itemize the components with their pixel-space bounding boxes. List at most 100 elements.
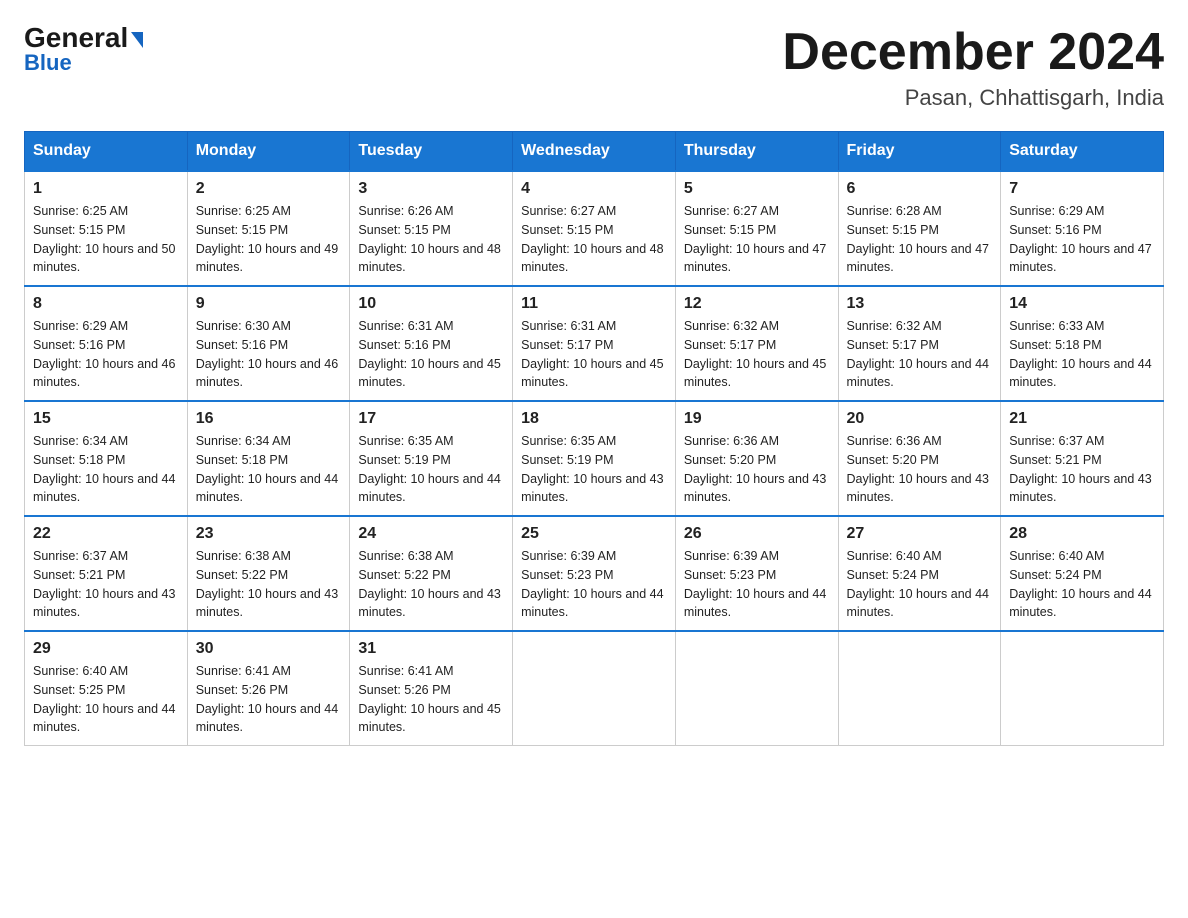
day-info: Sunrise: 6:25 AMSunset: 5:15 PMDaylight:… bbox=[196, 204, 338, 274]
day-number: 30 bbox=[196, 640, 342, 658]
day-info: Sunrise: 6:28 AMSunset: 5:15 PMDaylight:… bbox=[847, 204, 989, 274]
day-number: 7 bbox=[1009, 180, 1155, 198]
day-number: 15 bbox=[33, 410, 179, 428]
day-info: Sunrise: 6:29 AMSunset: 5:16 PMDaylight:… bbox=[33, 319, 175, 389]
day-info: Sunrise: 6:41 AMSunset: 5:26 PMDaylight:… bbox=[358, 664, 500, 734]
calendar-table: SundayMondayTuesdayWednesdayThursdayFrid… bbox=[24, 131, 1164, 746]
day-info: Sunrise: 6:32 AMSunset: 5:17 PMDaylight:… bbox=[847, 319, 989, 389]
calendar-day-cell: 13 Sunrise: 6:32 AMSunset: 5:17 PMDaylig… bbox=[838, 286, 1001, 401]
calendar-week-row: 22 Sunrise: 6:37 AMSunset: 5:21 PMDaylig… bbox=[25, 516, 1164, 631]
calendar-day-cell: 26 Sunrise: 6:39 AMSunset: 5:23 PMDaylig… bbox=[675, 516, 838, 631]
calendar-day-cell: 30 Sunrise: 6:41 AMSunset: 5:26 PMDaylig… bbox=[187, 631, 350, 746]
logo-blue-label: Blue bbox=[24, 50, 72, 76]
day-info: Sunrise: 6:40 AMSunset: 5:25 PMDaylight:… bbox=[33, 664, 175, 734]
day-number: 12 bbox=[684, 295, 830, 313]
day-info: Sunrise: 6:37 AMSunset: 5:21 PMDaylight:… bbox=[33, 549, 175, 619]
day-info: Sunrise: 6:30 AMSunset: 5:16 PMDaylight:… bbox=[196, 319, 338, 389]
day-number: 16 bbox=[196, 410, 342, 428]
calendar-header-row: SundayMondayTuesdayWednesdayThursdayFrid… bbox=[25, 132, 1164, 172]
day-info: Sunrise: 6:39 AMSunset: 5:23 PMDaylight:… bbox=[521, 549, 663, 619]
calendar-day-cell: 7 Sunrise: 6:29 AMSunset: 5:16 PMDayligh… bbox=[1001, 171, 1164, 286]
day-number: 8 bbox=[33, 295, 179, 313]
calendar-day-cell: 3 Sunrise: 6:26 AMSunset: 5:15 PMDayligh… bbox=[350, 171, 513, 286]
calendar-day-cell: 17 Sunrise: 6:35 AMSunset: 5:19 PMDaylig… bbox=[350, 401, 513, 516]
day-of-week-header: Tuesday bbox=[350, 132, 513, 172]
day-of-week-header: Monday bbox=[187, 132, 350, 172]
day-number: 13 bbox=[847, 295, 993, 313]
day-number: 19 bbox=[684, 410, 830, 428]
day-info: Sunrise: 6:35 AMSunset: 5:19 PMDaylight:… bbox=[521, 434, 663, 504]
calendar-day-cell: 21 Sunrise: 6:37 AMSunset: 5:21 PMDaylig… bbox=[1001, 401, 1164, 516]
day-info: Sunrise: 6:34 AMSunset: 5:18 PMDaylight:… bbox=[196, 434, 338, 504]
day-info: Sunrise: 6:39 AMSunset: 5:23 PMDaylight:… bbox=[684, 549, 826, 619]
day-number: 2 bbox=[196, 180, 342, 198]
calendar-day-cell bbox=[1001, 631, 1164, 746]
day-info: Sunrise: 6:41 AMSunset: 5:26 PMDaylight:… bbox=[196, 664, 338, 734]
day-number: 18 bbox=[521, 410, 667, 428]
calendar-day-cell: 10 Sunrise: 6:31 AMSunset: 5:16 PMDaylig… bbox=[350, 286, 513, 401]
day-number: 5 bbox=[684, 180, 830, 198]
calendar-day-cell: 18 Sunrise: 6:35 AMSunset: 5:19 PMDaylig… bbox=[513, 401, 676, 516]
calendar-day-cell: 16 Sunrise: 6:34 AMSunset: 5:18 PMDaylig… bbox=[187, 401, 350, 516]
day-info: Sunrise: 6:33 AMSunset: 5:18 PMDaylight:… bbox=[1009, 319, 1151, 389]
calendar-day-cell bbox=[838, 631, 1001, 746]
day-number: 14 bbox=[1009, 295, 1155, 313]
calendar-week-row: 15 Sunrise: 6:34 AMSunset: 5:18 PMDaylig… bbox=[25, 401, 1164, 516]
day-info: Sunrise: 6:27 AMSunset: 5:15 PMDaylight:… bbox=[684, 204, 826, 274]
day-info: Sunrise: 6:40 AMSunset: 5:24 PMDaylight:… bbox=[1009, 549, 1151, 619]
calendar-day-cell: 19 Sunrise: 6:36 AMSunset: 5:20 PMDaylig… bbox=[675, 401, 838, 516]
day-info: Sunrise: 6:31 AMSunset: 5:17 PMDaylight:… bbox=[521, 319, 663, 389]
calendar-day-cell: 14 Sunrise: 6:33 AMSunset: 5:18 PMDaylig… bbox=[1001, 286, 1164, 401]
calendar-day-cell: 22 Sunrise: 6:37 AMSunset: 5:21 PMDaylig… bbox=[25, 516, 188, 631]
day-number: 3 bbox=[358, 180, 504, 198]
day-number: 11 bbox=[521, 295, 667, 313]
day-info: Sunrise: 6:36 AMSunset: 5:20 PMDaylight:… bbox=[847, 434, 989, 504]
day-number: 6 bbox=[847, 180, 993, 198]
day-of-week-header: Saturday bbox=[1001, 132, 1164, 172]
calendar-day-cell bbox=[675, 631, 838, 746]
calendar-day-cell: 11 Sunrise: 6:31 AMSunset: 5:17 PMDaylig… bbox=[513, 286, 676, 401]
calendar-day-cell: 15 Sunrise: 6:34 AMSunset: 5:18 PMDaylig… bbox=[25, 401, 188, 516]
day-number: 20 bbox=[847, 410, 993, 428]
location-subtitle: Pasan, Chhattisgarh, India bbox=[782, 85, 1164, 111]
calendar-day-cell: 27 Sunrise: 6:40 AMSunset: 5:24 PMDaylig… bbox=[838, 516, 1001, 631]
day-info: Sunrise: 6:37 AMSunset: 5:21 PMDaylight:… bbox=[1009, 434, 1151, 504]
logo-general: General bbox=[24, 24, 143, 52]
calendar-day-cell bbox=[513, 631, 676, 746]
calendar-day-cell: 29 Sunrise: 6:40 AMSunset: 5:25 PMDaylig… bbox=[25, 631, 188, 746]
day-info: Sunrise: 6:31 AMSunset: 5:16 PMDaylight:… bbox=[358, 319, 500, 389]
day-number: 1 bbox=[33, 180, 179, 198]
day-number: 24 bbox=[358, 525, 504, 543]
day-of-week-header: Thursday bbox=[675, 132, 838, 172]
calendar-day-cell: 31 Sunrise: 6:41 AMSunset: 5:26 PMDaylig… bbox=[350, 631, 513, 746]
day-number: 31 bbox=[358, 640, 504, 658]
day-info: Sunrise: 6:38 AMSunset: 5:22 PMDaylight:… bbox=[358, 549, 500, 619]
calendar-day-cell: 25 Sunrise: 6:39 AMSunset: 5:23 PMDaylig… bbox=[513, 516, 676, 631]
day-number: 17 bbox=[358, 410, 504, 428]
day-number: 21 bbox=[1009, 410, 1155, 428]
calendar-day-cell: 12 Sunrise: 6:32 AMSunset: 5:17 PMDaylig… bbox=[675, 286, 838, 401]
day-info: Sunrise: 6:29 AMSunset: 5:16 PMDaylight:… bbox=[1009, 204, 1151, 274]
day-info: Sunrise: 6:36 AMSunset: 5:20 PMDaylight:… bbox=[684, 434, 826, 504]
day-info: Sunrise: 6:27 AMSunset: 5:15 PMDaylight:… bbox=[521, 204, 663, 274]
day-number: 27 bbox=[847, 525, 993, 543]
day-number: 22 bbox=[33, 525, 179, 543]
day-of-week-header: Sunday bbox=[25, 132, 188, 172]
day-info: Sunrise: 6:38 AMSunset: 5:22 PMDaylight:… bbox=[196, 549, 338, 619]
calendar-day-cell: 8 Sunrise: 6:29 AMSunset: 5:16 PMDayligh… bbox=[25, 286, 188, 401]
day-number: 23 bbox=[196, 525, 342, 543]
day-number: 29 bbox=[33, 640, 179, 658]
logo: General Blue bbox=[24, 24, 143, 76]
page-header: General Blue December 2024 Pasan, Chhatt… bbox=[24, 24, 1164, 111]
calendar-week-row: 29 Sunrise: 6:40 AMSunset: 5:25 PMDaylig… bbox=[25, 631, 1164, 746]
day-info: Sunrise: 6:25 AMSunset: 5:15 PMDaylight:… bbox=[33, 204, 175, 274]
calendar-day-cell: 6 Sunrise: 6:28 AMSunset: 5:15 PMDayligh… bbox=[838, 171, 1001, 286]
calendar-day-cell: 23 Sunrise: 6:38 AMSunset: 5:22 PMDaylig… bbox=[187, 516, 350, 631]
calendar-day-cell: 28 Sunrise: 6:40 AMSunset: 5:24 PMDaylig… bbox=[1001, 516, 1164, 631]
calendar-week-row: 1 Sunrise: 6:25 AMSunset: 5:15 PMDayligh… bbox=[25, 171, 1164, 286]
calendar-day-cell: 4 Sunrise: 6:27 AMSunset: 5:15 PMDayligh… bbox=[513, 171, 676, 286]
day-number: 26 bbox=[684, 525, 830, 543]
month-year-title: December 2024 bbox=[782, 24, 1164, 81]
day-number: 9 bbox=[196, 295, 342, 313]
day-info: Sunrise: 6:34 AMSunset: 5:18 PMDaylight:… bbox=[33, 434, 175, 504]
